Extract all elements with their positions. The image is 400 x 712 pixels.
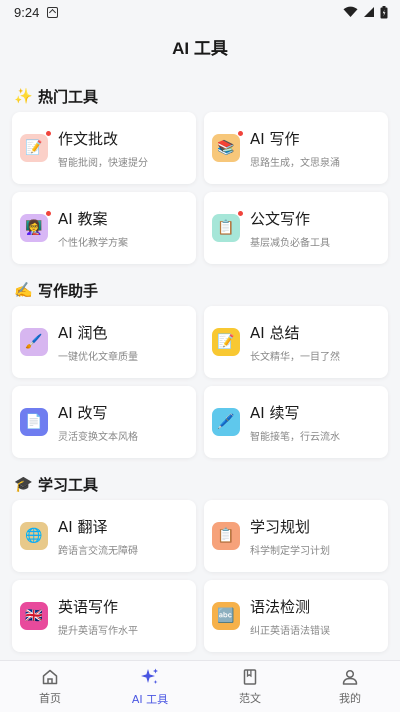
card-title: AI 续写 (250, 403, 300, 422)
graduation-cap-icon: 🎓 (14, 475, 33, 493)
memo-icon: 📝 (212, 328, 240, 356)
teacher-icon: 👩‍🏫 (20, 210, 52, 242)
tool-card-ai-continue[interactable]: 🖊️ AI 续写智能接笔，行云流水 (204, 386, 388, 458)
section-label: 学习工具 (38, 475, 99, 494)
card-desc: 长文精华，一目了然 (250, 351, 340, 363)
section-title-writing-assistant: ✍️ 写作助手 (14, 278, 98, 302)
card-title: 作文批改 (58, 129, 119, 148)
tool-card-ai-polish[interactable]: 🖌️ AI 润色一键优化文章质量 (12, 306, 196, 378)
card-title: AI 写作 (250, 129, 300, 148)
pen-icon: 🖊️ (212, 408, 240, 436)
card-desc: 基层减负必备工具 (250, 237, 330, 249)
card-desc: 跨语言交流无障碍 (58, 545, 138, 557)
notification-icon (47, 6, 59, 18)
status-time: 9:24 (14, 4, 40, 20)
nav-item-ai-tools[interactable]: AI 工具 (100, 661, 200, 712)
card-title: AI 改写 (58, 403, 108, 422)
home-icon (42, 669, 58, 684)
tool-card-ai-writing[interactable]: 📚 AI 写作思路生成，文思泉涌 (204, 112, 388, 184)
sparkles-icon: ✨ (14, 87, 33, 105)
card-title: AI 总结 (250, 323, 300, 342)
tool-card-ai-summary[interactable]: 📝 AI 总结长文精华，一目了然 (204, 306, 388, 378)
card-desc: 智能接笔，行云流水 (250, 431, 340, 443)
uk-flag-icon: 🇬🇧 (20, 602, 48, 630)
section-label: 热门工具 (38, 87, 99, 106)
tool-card-english-writing[interactable]: 🇬🇧 英语写作提升英语写作水平 (12, 580, 196, 652)
nav-label: 范文 (239, 691, 261, 705)
globe-icon: 🌐 (20, 522, 48, 550)
nav-label: AI 工具 (131, 692, 169, 706)
book-icon (243, 668, 257, 685)
paintbrush-icon: 🖌️ (20, 328, 48, 356)
new-badge (45, 130, 52, 137)
document-icon: 📄 (20, 408, 48, 436)
new-badge (237, 210, 244, 217)
card-desc: 纠正英语语法错误 (250, 625, 330, 637)
card-title: 英语写作 (58, 597, 119, 616)
section-title-study-tools: 🎓 学习工具 (14, 472, 98, 496)
tool-card-ai-rewrite[interactable]: 📄 AI 改写灵活变换文本风格 (12, 386, 196, 458)
abc-icon: 🔤 (212, 602, 240, 630)
card-title: 公文写作 (250, 209, 311, 228)
bottom-nav: 首页 AI 工具 范文 我的 (0, 660, 400, 712)
card-title: AI 润色 (58, 323, 108, 342)
section-label: 写作助手 (38, 281, 99, 300)
card-desc: 个性化教学方案 (58, 237, 128, 249)
status-icons (343, 5, 388, 19)
new-badge (45, 210, 52, 217)
card-title: AI 翻译 (58, 517, 108, 536)
status-bar: 9:24 (0, 0, 400, 24)
person-icon (342, 669, 358, 685)
wifi-icon (343, 6, 358, 17)
writing-hand-icon: ✍️ (14, 281, 33, 299)
books-icon: 📚 (212, 130, 244, 162)
nav-item-profile[interactable]: 我的 (300, 661, 400, 712)
memo-icon: 📝 (20, 130, 52, 162)
tool-card-grammar-check[interactable]: 🔤 语法检测纠正英语语法错误 (204, 580, 388, 652)
section-title-hot-tools: ✨ 热门工具 (14, 84, 98, 108)
tool-card-study-plan[interactable]: 📋 学习规划科学制定学习计划 (204, 500, 388, 572)
signal-icon (364, 7, 374, 17)
card-title: 语法检测 (250, 597, 311, 616)
tool-card-essay-correction[interactable]: 📝 作文批改智能批阅，快速提分 (12, 112, 196, 184)
nav-label: 首页 (39, 691, 61, 705)
clipboard-icon: 📋 (212, 210, 244, 242)
clipboard-icon: 📋 (212, 522, 240, 550)
card-desc: 科学制定学习计划 (250, 545, 330, 557)
nav-item-sample-essays[interactable]: 范文 (200, 661, 300, 712)
battery-icon (380, 5, 388, 18)
page-title: AI 工具 (172, 38, 228, 58)
card-desc: 灵活变换文本风格 (58, 431, 138, 443)
card-title: 学习规划 (250, 517, 311, 536)
card-desc: 思路生成，文思泉涌 (250, 157, 340, 169)
card-desc: 智能批阅，快速提分 (58, 157, 148, 169)
tool-card-official-writing[interactable]: 📋 公文写作基层减负必备工具 (204, 192, 388, 264)
tool-card-ai-lesson-plan[interactable]: 👩‍🏫 AI 教案个性化教学方案 (12, 192, 196, 264)
card-title: AI 教案 (58, 209, 108, 228)
nav-item-home[interactable]: 首页 (0, 661, 100, 712)
sparkle-icon (141, 668, 158, 684)
nav-label: 我的 (339, 691, 361, 705)
tool-card-ai-translate[interactable]: 🌐 AI 翻译跨语言交流无障碍 (12, 500, 196, 572)
new-badge (237, 130, 244, 137)
card-desc: 提升英语写作水平 (58, 625, 138, 637)
card-desc: 一键优化文章质量 (58, 351, 138, 363)
